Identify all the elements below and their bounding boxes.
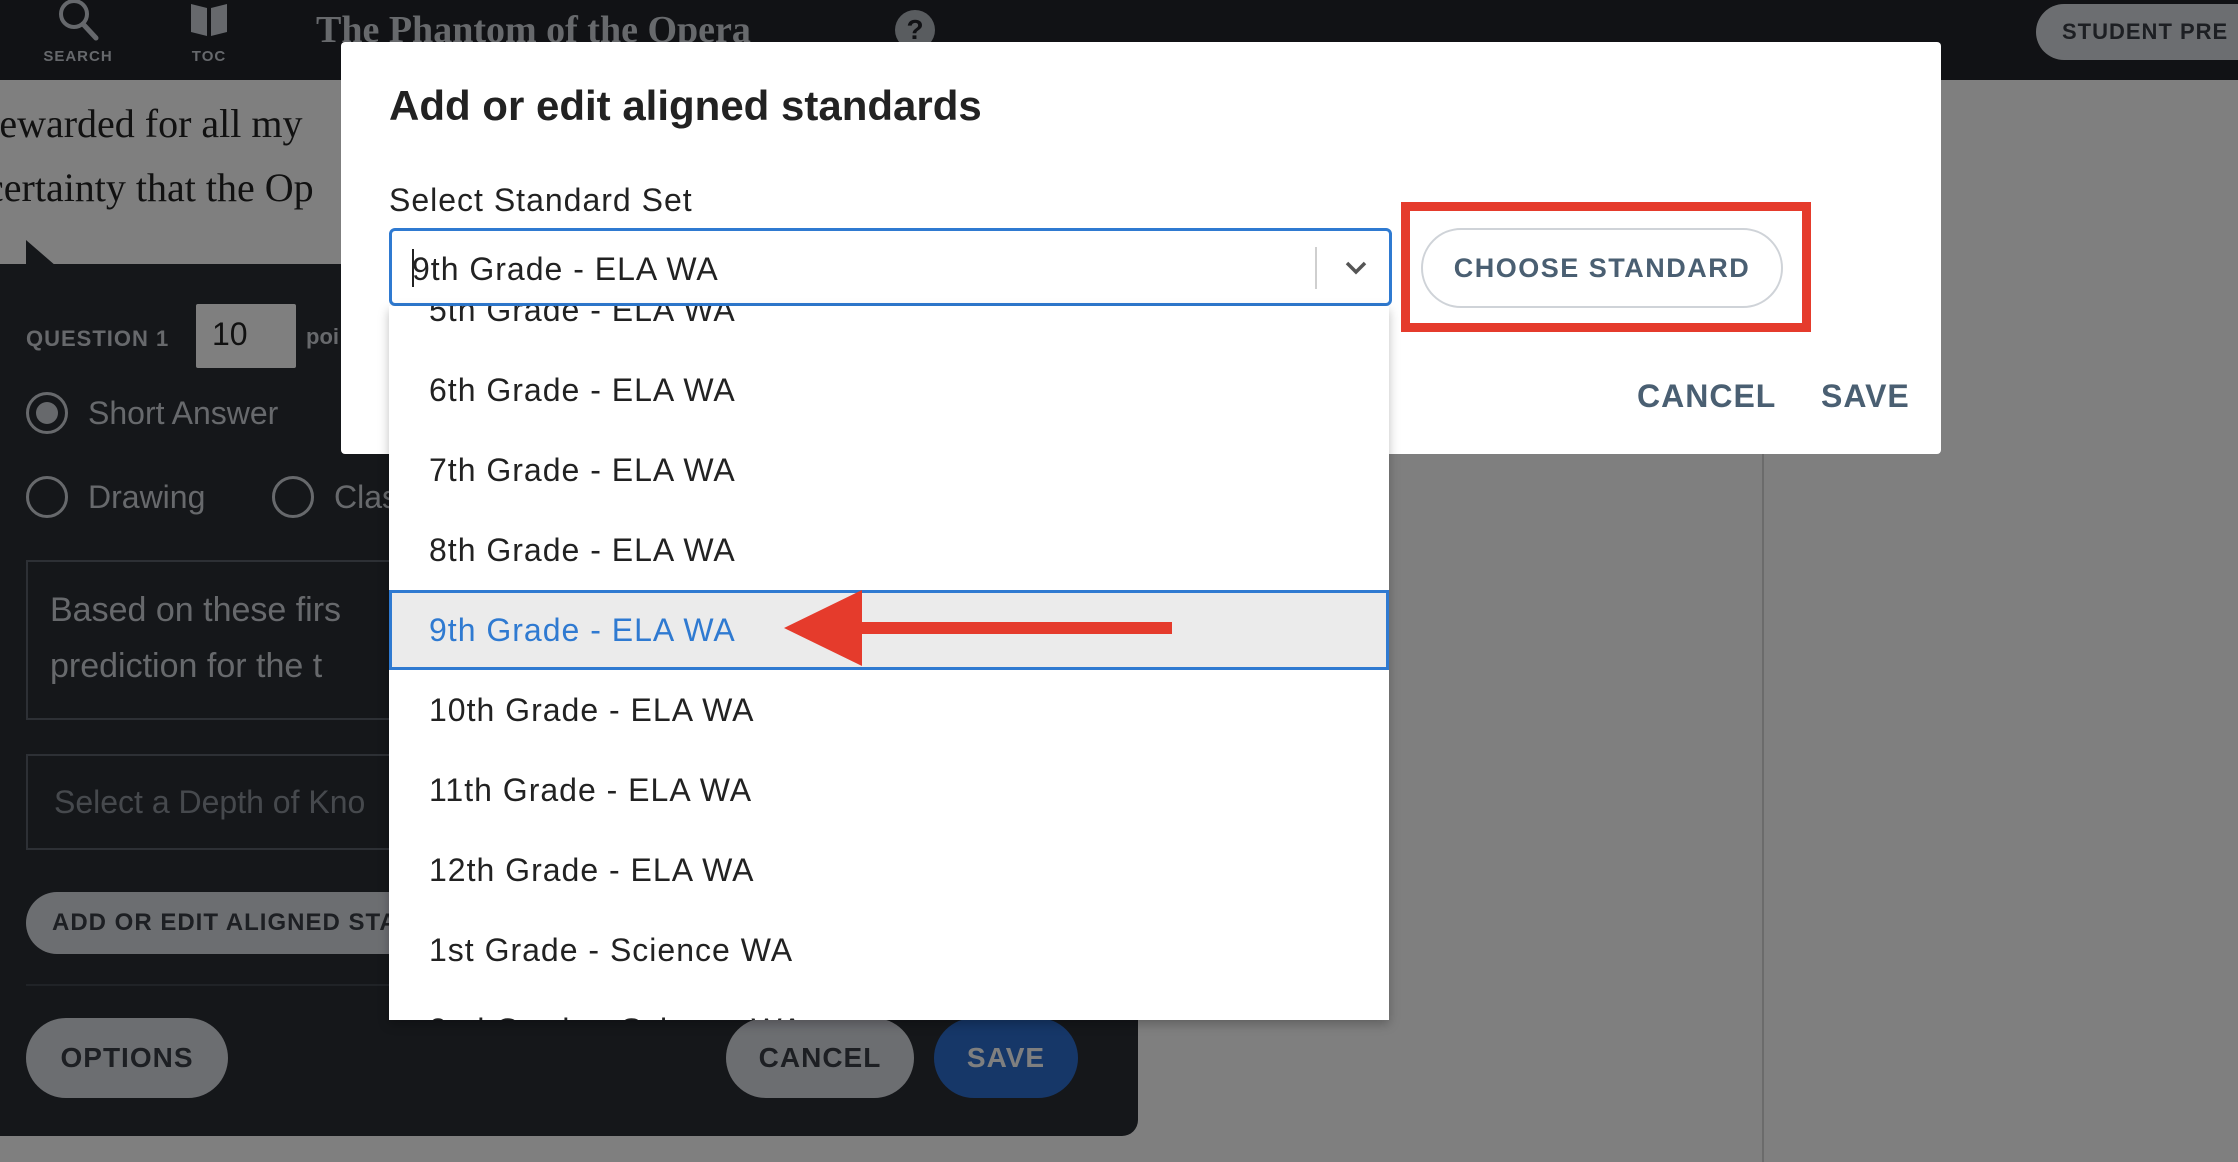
chevron-down-icon[interactable] [1342,253,1370,281]
menu-option[interactable]: 2nd Grade - Science WA [389,990,1389,1020]
dialog-save-button[interactable]: SAVE [1821,378,1910,415]
select-separator [1315,247,1317,289]
annotation-arrow-icon [784,590,1172,666]
annotation-highlight-box [1401,202,1811,332]
menu-option[interactable]: 11th Grade - ELA WA [389,750,1389,830]
menu-option[interactable]: 6th Grade - ELA WA [389,350,1389,430]
menu-option[interactable]: 1st Grade - Science WA [389,910,1389,990]
menu-option[interactable]: 12th Grade - ELA WA [389,830,1389,910]
text-caret [412,249,414,287]
standard-set-select[interactable]: 9th Grade - ELA WA [389,228,1392,306]
menu-option[interactable]: 7th Grade - ELA WA [389,430,1389,510]
dialog-title: Add or edit aligned standards [389,82,982,129]
menu-option[interactable]: 8th Grade - ELA WA [389,510,1389,590]
menu-option[interactable]: 10th Grade - ELA WA [389,670,1389,750]
standard-set-label: Select Standard Set [389,182,693,218]
dialog-cancel-button[interactable]: CANCEL [1637,378,1776,415]
selected-value: 9th Grade - ELA WA [412,251,719,287]
menu-option[interactable]: 5th Grade - ELA WA [389,306,1389,350]
